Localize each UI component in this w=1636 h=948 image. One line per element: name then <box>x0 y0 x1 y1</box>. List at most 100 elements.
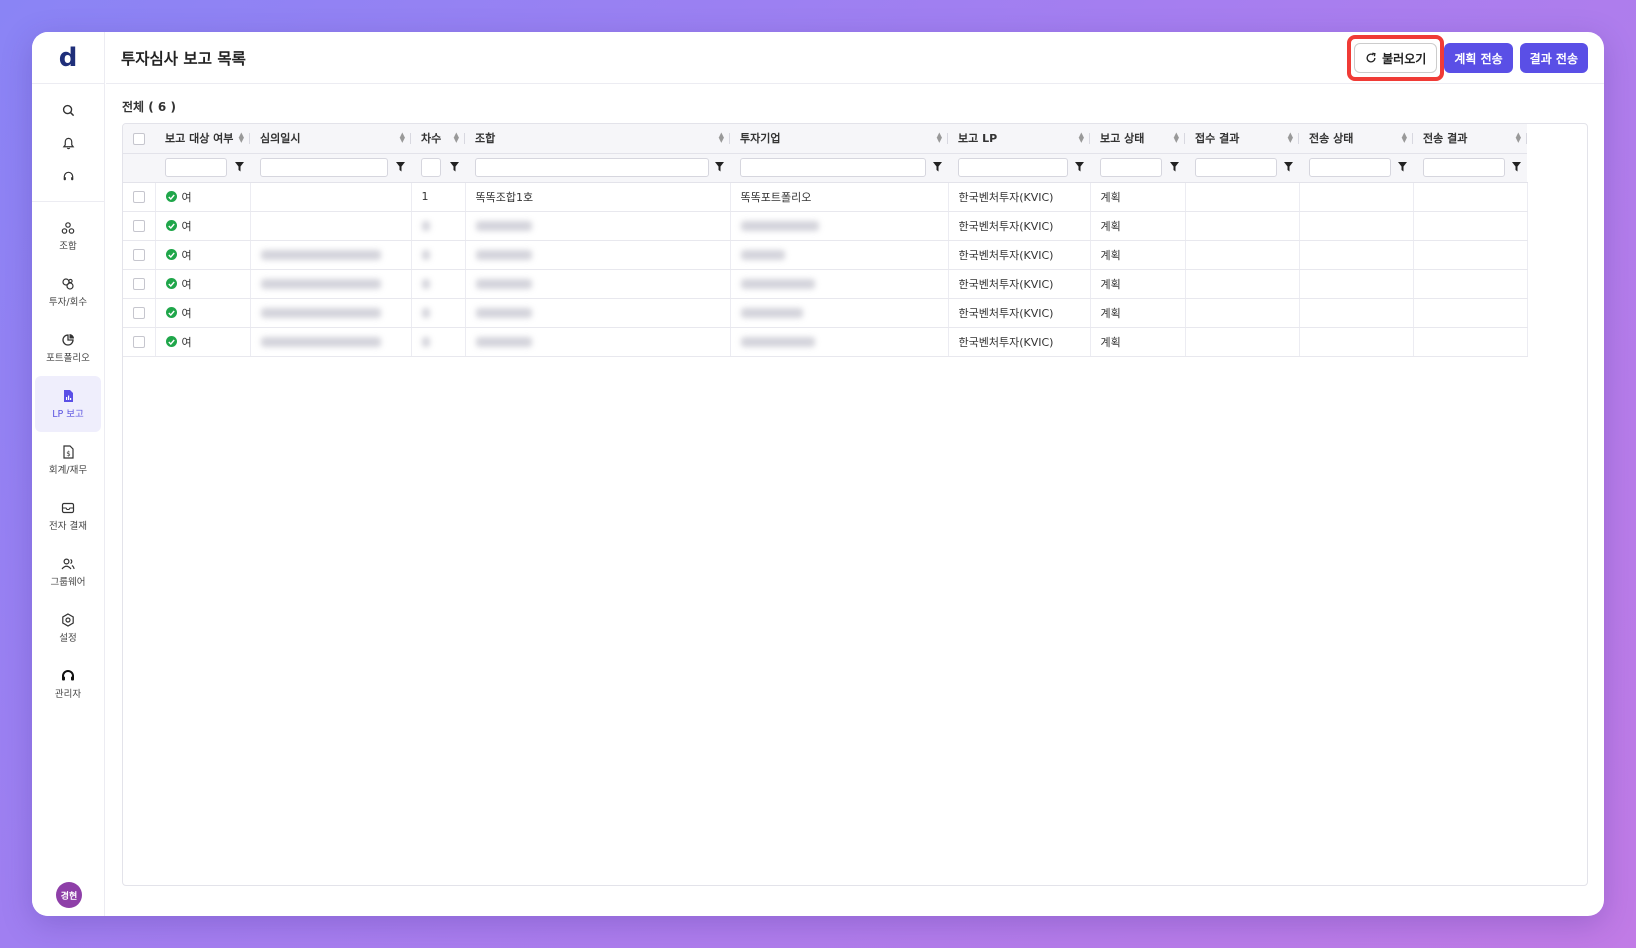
nav-item-approval[interactable]: 전자 결재 <box>35 488 101 544</box>
company-cell <box>730 240 949 270</box>
filter-input[interactable] <box>260 158 388 177</box>
fund-icon <box>61 221 75 234</box>
filter-icon[interactable] <box>396 161 405 175</box>
approval-icon <box>61 502 75 513</box>
send-result-cell <box>1413 269 1528 299</box>
row-checkbox[interactable] <box>133 191 145 203</box>
review-date-cell <box>250 182 412 212</box>
quick-actions <box>32 84 104 202</box>
filter-input[interactable] <box>421 158 441 177</box>
nav-item-settings[interactable]: 설정 <box>35 600 101 656</box>
filter-icon[interactable] <box>1512 161 1521 175</box>
column-header[interactable]: 전송 결과 ▲ ▼ <box>1413 124 1527 153</box>
column-label: 접수 결과 <box>1195 132 1240 146</box>
nav-item-lp-report[interactable]: LP 보고 <box>35 376 101 432</box>
avatar[interactable]: 경현 <box>56 882 82 908</box>
check-circle-icon <box>165 191 177 202</box>
report-status-cell: 계획 <box>1090 327 1186 357</box>
review-date-cell <box>250 327 412 357</box>
row-checkbox[interactable] <box>133 336 145 348</box>
sort-icon[interactable]: ▲ ▼ <box>1288 132 1293 144</box>
nav-label: 투자/회수 <box>48 296 88 308</box>
nav-item-portfolio[interactable]: 포트폴리오 <box>35 320 101 376</box>
table-row[interactable]: 여 한국벤처투자(KVIC) 계획 <box>123 298 1528 328</box>
headset-icon[interactable] <box>32 160 104 193</box>
filter-input[interactable] <box>740 158 926 177</box>
app-logo[interactable]: d <box>32 32 104 84</box>
sort-icon[interactable]: ▲ ▼ <box>1516 132 1521 144</box>
result-send-button[interactable]: 결과 전송 <box>1519 43 1588 73</box>
column-header[interactable]: 전송 상태 ▲ ▼ <box>1299 124 1413 153</box>
column-header[interactable]: 투자기업 ▲ ▼ <box>730 124 948 153</box>
receipt-result-cell <box>1185 240 1300 270</box>
column-header[interactable]: 보고 LP ▲ ▼ <box>948 124 1090 153</box>
row-checkbox[interactable] <box>133 278 145 290</box>
sort-icon[interactable]: ▲ ▼ <box>454 132 459 144</box>
target-value: 여 <box>181 277 192 291</box>
filter-icon[interactable] <box>715 161 724 175</box>
send-result-cell <box>1413 182 1528 212</box>
sort-icon[interactable]: ▲ ▼ <box>400 132 405 144</box>
row-checkbox[interactable] <box>133 220 145 232</box>
nav-item-accounting[interactable]: $ 회계/재무 <box>35 432 101 488</box>
nav-item-admin[interactable]: 관리자 <box>35 656 101 712</box>
row-checkbox[interactable] <box>133 307 145 319</box>
column-header[interactable]: 차수 ▲ ▼ <box>411 124 465 153</box>
report-status-cell: 계획 <box>1090 240 1186 270</box>
table-row[interactable]: 여 한국벤처투자(KVIC) 계획 <box>123 240 1528 270</box>
company-cell <box>730 298 949 328</box>
filter-input[interactable] <box>1423 158 1505 177</box>
send-status-cell <box>1299 327 1414 357</box>
filter-icon[interactable] <box>933 161 942 175</box>
row-checkbox[interactable] <box>133 249 145 261</box>
table-row[interactable]: 여 한국벤처투자(KVIC) 계획 <box>123 327 1528 357</box>
load-button[interactable]: 불러오기 <box>1347 35 1445 81</box>
nav-label: 조합 <box>59 240 77 252</box>
round-cell <box>411 298 466 328</box>
select-all-checkbox[interactable] <box>133 132 145 145</box>
filter-input[interactable] <box>475 158 709 177</box>
column-header[interactable]: 보고 대상 여부 ▲ ▼ <box>155 124 250 153</box>
invest-icon <box>62 277 74 290</box>
nav-item-groupware[interactable]: 그룹웨어 <box>35 544 101 600</box>
column-header[interactable]: 조합 ▲ ▼ <box>465 124 730 153</box>
redacted-text <box>740 250 785 260</box>
target-value: 여 <box>181 306 192 320</box>
column-header[interactable]: 보고 상태 ▲ ▼ <box>1090 124 1185 153</box>
plan-send-button[interactable]: 계획 전송 <box>1444 43 1513 73</box>
sort-icon[interactable]: ▲ ▼ <box>937 132 942 144</box>
filter-input[interactable] <box>165 158 227 177</box>
filter-input[interactable] <box>1195 158 1277 177</box>
filter-input[interactable] <box>958 158 1068 177</box>
sort-icon[interactable]: ▲ ▼ <box>719 132 724 144</box>
round-cell <box>411 327 466 357</box>
sort-icon[interactable]: ▲ ▼ <box>1174 132 1179 144</box>
table-row[interactable]: 여 한국벤처투자(KVIC) 계획 <box>123 269 1528 299</box>
filter-icon[interactable] <box>1170 161 1179 175</box>
redacted-text <box>475 308 532 318</box>
lp-cell: 한국벤처투자(KVIC) <box>948 240 1091 270</box>
redacted-text <box>421 337 430 347</box>
filter-input[interactable] <box>1309 158 1391 177</box>
column-header[interactable]: 심의일시 ▲ ▼ <box>250 124 411 153</box>
filter-input[interactable] <box>1100 158 1162 177</box>
bell-icon[interactable] <box>32 127 104 160</box>
table-row[interactable]: 여 한국벤처투자(KVIC) 계획 <box>123 211 1528 241</box>
filter-icon[interactable] <box>450 161 459 175</box>
redacted-text <box>260 337 381 347</box>
nav-item-invest[interactable]: 투자/회수 <box>35 264 101 320</box>
search-icon[interactable] <box>32 94 104 127</box>
column-header[interactable]: 접수 결과 ▲ ▼ <box>1185 124 1299 153</box>
filter-icon[interactable] <box>1398 161 1407 175</box>
filter-icon[interactable] <box>1284 161 1293 175</box>
nav-item-fund[interactable]: 조합 <box>35 208 101 264</box>
sort-icon[interactable]: ▲ ▼ <box>239 132 244 144</box>
filter-icon[interactable] <box>235 161 244 175</box>
column-label: 차수 <box>421 132 442 146</box>
table-row[interactable]: 여 1 똑똑조합1호 똑똑포트폴리오 한국벤처투자(KVIC) 계획 <box>123 182 1528 212</box>
sort-icon[interactable]: ▲ ▼ <box>1402 132 1407 144</box>
target-status: 여 <box>165 334 192 350</box>
filter-icon[interactable] <box>1075 161 1084 175</box>
fund-cell <box>465 211 731 241</box>
sort-icon[interactable]: ▲ ▼ <box>1079 132 1084 144</box>
